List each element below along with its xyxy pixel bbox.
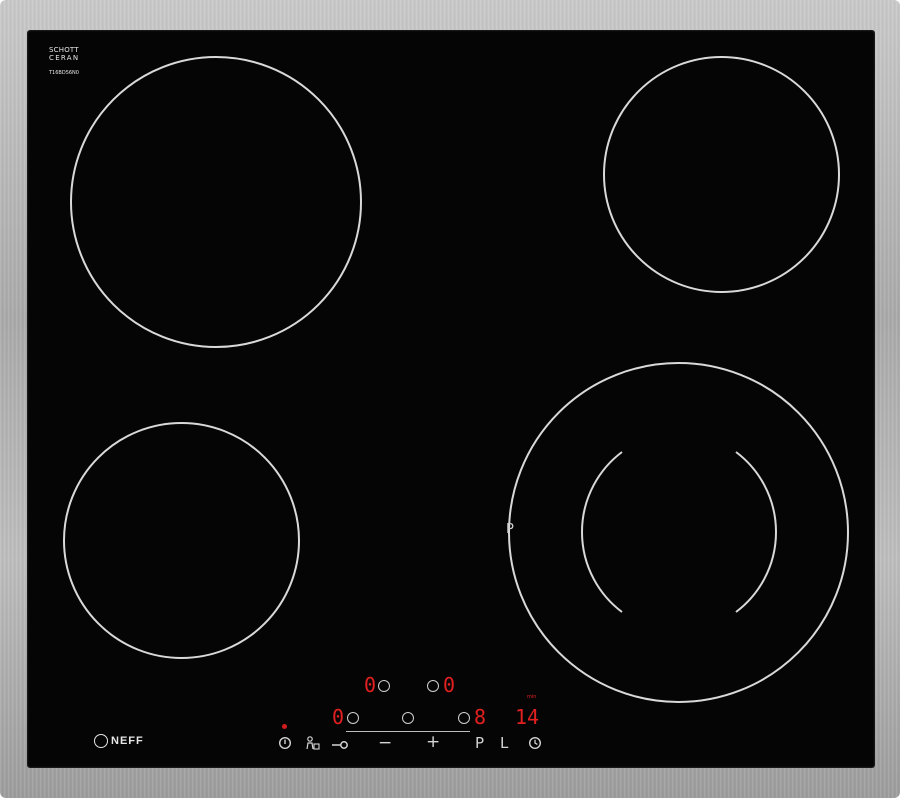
glass-brand-line2: CERAN <box>49 54 80 62</box>
powerboost-button[interactable]: P <box>475 736 484 751</box>
cooking-zone-front-left-large[interactable] <box>70 56 362 348</box>
level-display-top-right: 0 <box>443 673 456 697</box>
glass-brand-line1: SCHOTT <box>49 46 79 54</box>
level-display-top-left: 0 <box>364 673 377 697</box>
cooking-zone-front-right-dual-outer[interactable] <box>508 362 849 703</box>
glass-model-number: T16BD56N0 <box>49 70 79 76</box>
zone-select-center[interactable] <box>402 712 414 724</box>
cooking-zone-rear-right[interactable] <box>603 56 840 293</box>
key-icon[interactable] <box>331 738 349 749</box>
zone-select-bottom-left[interactable] <box>347 712 359 724</box>
power-indicator-dot <box>282 724 287 729</box>
zone-select-top-left[interactable] <box>378 680 390 692</box>
power-icon[interactable] <box>278 736 292 750</box>
lock-button[interactable]: L <box>500 736 508 751</box>
plus-button[interactable]: + <box>426 734 440 751</box>
neff-emblem-icon <box>94 734 108 748</box>
zone-select-top-right[interactable] <box>427 680 439 692</box>
level-display-bottom-right: 8 <box>474 705 487 729</box>
minus-button[interactable]: − <box>378 735 392 752</box>
cooking-zone-front-left-small[interactable] <box>63 422 300 659</box>
timer-icon[interactable] <box>528 736 542 750</box>
zone-select-bottom-right[interactable] <box>458 712 470 724</box>
timer-unit-label: min <box>527 694 537 700</box>
child-lock-icon[interactable] <box>304 735 320 751</box>
neff-logo-text: NEFF <box>111 734 144 747</box>
neff-logo: NEFF <box>94 734 144 748</box>
level-display-bottom-left: 0 <box>332 705 345 729</box>
timer-display: 14 <box>515 705 540 729</box>
level-slider-line[interactable] <box>346 731 470 732</box>
dual-zone-p-label: P <box>506 522 514 537</box>
